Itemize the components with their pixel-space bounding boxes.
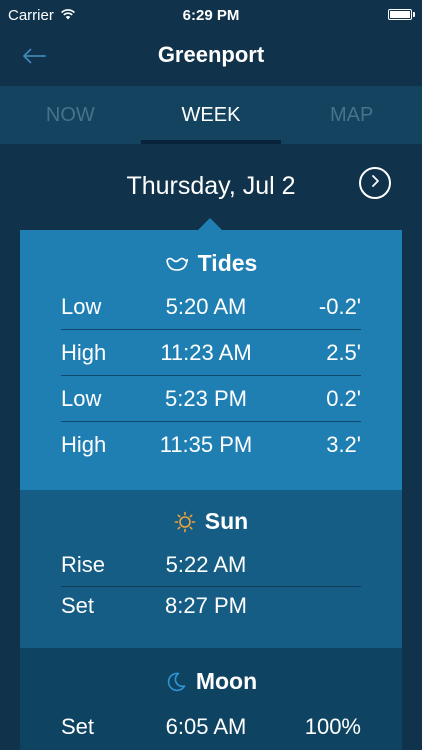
- chevron-right-icon: [369, 174, 381, 193]
- sun-section: Sun Rise 5:22 AM Set 8:27 PM: [20, 490, 402, 648]
- tab-bar: NOW WEEK MAP: [0, 86, 422, 144]
- sun-event: Set: [61, 593, 95, 618]
- tide-time: 11:23 AM: [160, 340, 252, 365]
- sun-header: Sun: [20, 508, 402, 535]
- moon-title: Moon: [195, 668, 258, 694]
- tide-type: High: [61, 340, 107, 365]
- tide-height: 2.5': [326, 340, 361, 365]
- tide-type: Low: [61, 386, 102, 411]
- status-time: 6:29 PM: [182, 7, 240, 24]
- sun-title: Sun: [204, 508, 249, 534]
- tide-time: 5:23 PM: [165, 386, 247, 411]
- tab-week[interactable]: WEEK: [140, 86, 282, 144]
- tide-row: High 11:35 PM 3.2': [61, 422, 361, 468]
- tide-height: 3.2': [326, 432, 361, 457]
- nav-bar: Greenport: [0, 32, 422, 84]
- moon-section: Moon Set 6:05 AM 100%: [20, 648, 402, 750]
- tide-height: 0.2': [326, 386, 361, 411]
- sun-row: Rise 5:22 AM: [61, 542, 361, 588]
- moon-icon: [165, 671, 187, 693]
- tide-time: 5:20 AM: [165, 294, 247, 319]
- sun-row: Set 8:27 PM: [61, 583, 361, 629]
- sun-icon: [174, 511, 196, 533]
- sun-event: Rise: [61, 552, 106, 577]
- moon-event: Set: [61, 714, 95, 739]
- tides-header: Tides: [20, 250, 402, 277]
- tide-type: High: [61, 432, 107, 457]
- battery-icon: [388, 9, 415, 20]
- status-bar: Carrier 6:29 PM: [0, 0, 422, 32]
- tide-time: 11:35 PM: [159, 432, 253, 457]
- sun-time: 5:22 AM: [165, 552, 247, 577]
- tides-title: Tides: [197, 250, 258, 276]
- tab-now[interactable]: NOW: [0, 86, 141, 144]
- sun-time: 8:27 PM: [165, 593, 247, 618]
- moon-time: 6:05 AM: [165, 714, 247, 739]
- moon-illumination: 100%: [304, 714, 361, 739]
- tide-row: High 11:23 AM 2.5': [61, 330, 361, 376]
- day-detail-card: Tides Low 5:20 AM -0.2' High 11:23 AM 2.…: [20, 230, 402, 750]
- tab-map[interactable]: MAP: [281, 86, 422, 144]
- tide-icon: [165, 255, 189, 273]
- tide-row: Low 5:23 PM 0.2': [61, 376, 361, 422]
- next-day-button[interactable]: [359, 167, 391, 199]
- tides-section: Tides Low 5:20 AM -0.2' High 11:23 AM 2.…: [20, 230, 402, 490]
- tide-row: Low 5:20 AM -0.2': [61, 284, 361, 330]
- tide-type: Low: [61, 294, 102, 319]
- tide-height: -0.2': [318, 294, 361, 319]
- moon-row: Set 6:05 AM 100%: [61, 704, 361, 750]
- moon-header: Moon: [20, 668, 402, 695]
- page-title: Greenport: [157, 42, 265, 67]
